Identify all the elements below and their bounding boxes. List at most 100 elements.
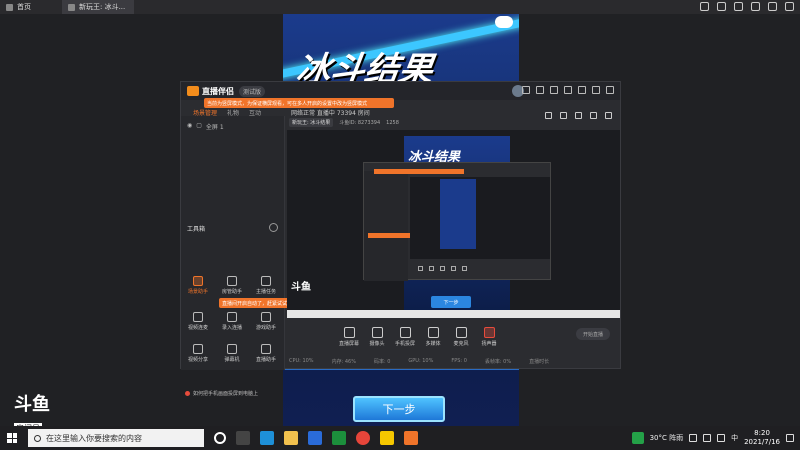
grid-icon[interactable] xyxy=(545,112,552,119)
scene-row[interactable]: ◉ ▢ 全屏 1 xyxy=(187,122,224,131)
settings-icon[interactable] xyxy=(734,2,743,11)
skin-icon[interactable] xyxy=(536,86,544,94)
source-toolbar: 直播屏幕 摄像头 手机投屏 多媒体 麦克风 扬声器 开始直播 xyxy=(287,324,620,354)
mini-icon xyxy=(418,265,423,271)
left-panel: ◉ ▢ 全屏 1 工具箱 场景助手 房管助手 主播任务 直播间开启自动了，赶紧试… xyxy=(181,116,319,397)
search-icon xyxy=(34,434,41,442)
source-label: 摄像头 xyxy=(369,341,385,347)
window-controls xyxy=(700,2,794,11)
tool-item[interactable]: 场景助手 xyxy=(185,276,211,295)
speaker-icon xyxy=(483,327,495,338)
minimize-icon[interactable] xyxy=(578,86,586,94)
add-tool-icon[interactable] xyxy=(269,223,278,232)
lock-icon[interactable]: ▢ xyxy=(196,122,202,131)
tool-icon xyxy=(227,276,237,286)
source-mic-button[interactable]: 麦克风 xyxy=(447,324,475,347)
bell-icon[interactable] xyxy=(590,112,597,119)
stat-fps: FPS: 0 xyxy=(451,358,467,364)
notification-icon[interactable] xyxy=(786,434,794,442)
tool-item[interactable]: 主播任务 xyxy=(253,276,279,295)
room-title[interactable]: 新玩王: 冰斗结果 xyxy=(289,118,334,127)
settings-icon[interactable] xyxy=(550,86,558,94)
stat-duration: 直播时长 xyxy=(529,359,550,365)
tool-item[interactable]: 弹幕机 xyxy=(219,344,245,363)
tab-home[interactable]: 首页 xyxy=(0,0,60,14)
volume-icon[interactable] xyxy=(717,434,726,442)
source-label: 麦克风 xyxy=(453,341,469,347)
tool-icon xyxy=(227,344,237,354)
wechat-icon[interactable] xyxy=(631,432,644,444)
watermark-logo: 斗鱼 xyxy=(14,394,50,415)
help-link[interactable]: 如何把手机画面投屏到电脑上 xyxy=(185,390,258,397)
close-icon[interactable] xyxy=(606,86,614,94)
close-icon[interactable] xyxy=(785,2,794,11)
source-speaker-button[interactable]: 扬声器 xyxy=(475,324,503,347)
maximize-icon[interactable] xyxy=(592,86,600,94)
eye-icon[interactable]: ◉ xyxy=(187,122,192,131)
tray-expand-icon[interactable] xyxy=(689,434,698,442)
tool-icon xyxy=(193,276,203,286)
preview-taskbar xyxy=(287,310,620,318)
share-icon[interactable] xyxy=(605,112,612,119)
chat-bubble-icon[interactable] xyxy=(495,16,513,28)
tool-label: 视频连麦 xyxy=(187,325,208,331)
folder-icon[interactable] xyxy=(284,431,298,445)
task-view-icon[interactable] xyxy=(236,431,250,445)
edge-icon[interactable] xyxy=(260,431,274,445)
recursive-left-panel xyxy=(364,171,408,281)
start-button[interactable] xyxy=(0,426,24,450)
tool-label: 弹幕机 xyxy=(224,357,240,363)
douyu-app-icon[interactable] xyxy=(404,431,418,445)
stat-bitrate: 码率: 0 xyxy=(373,359,391,365)
source-camera-button[interactable]: 摄像头 xyxy=(363,324,391,347)
tool-item[interactable]: 录入连播 xyxy=(219,312,245,331)
source-screen-button[interactable]: 直播屏幕 xyxy=(335,324,363,347)
app-window-controls xyxy=(522,86,614,94)
store-icon[interactable] xyxy=(308,431,322,445)
menu-icon[interactable] xyxy=(564,86,572,94)
search-placeholder: 在这里输入你要搜索的内容 xyxy=(46,433,142,443)
microphone-icon xyxy=(455,327,467,338)
next-button[interactable]: 下一步 xyxy=(353,396,445,422)
taskbar-apps xyxy=(214,431,418,445)
message-icon[interactable] xyxy=(522,86,530,94)
chat-icon[interactable] xyxy=(717,2,726,11)
source-phone-button[interactable]: 手机投屏 xyxy=(391,324,419,347)
mini-icon xyxy=(462,265,467,271)
network-icon[interactable] xyxy=(703,434,712,442)
notice-banner[interactable]: 当前为竖屏模式，为保证横屏观看，可在多人开启的设置中改为竖屏模式 xyxy=(204,98,394,108)
clock[interactable]: 8:20 2021/7/16 xyxy=(744,429,780,447)
tab-stream[interactable]: 新玩王: 冰斗... xyxy=(62,0,134,14)
stream-preview: 冰斗结果 下一步 斗鱼 xyxy=(287,130,620,318)
app-logo-icon xyxy=(187,86,199,96)
app-logo: 直播伴侣 xyxy=(187,86,234,97)
chrome-icon[interactable] xyxy=(356,431,370,445)
tool-item[interactable]: 房管助手 xyxy=(219,276,245,295)
tool-item[interactable]: 游戏助手 xyxy=(253,312,279,331)
source-media-button[interactable]: 多媒体 xyxy=(419,324,447,347)
weather[interactable]: 30°C 阵雨 xyxy=(650,433,684,443)
performance-stats: CPU: 10% 内存: 46% 码率: 0 GPU: 10% FPS: 0 丢… xyxy=(289,358,549,365)
room-id: 斗鱼ID: 8273394 xyxy=(339,120,381,126)
minimize-icon[interactable] xyxy=(751,2,760,11)
follower-count: 1258 xyxy=(386,119,399,126)
cortana-icon[interactable] xyxy=(214,432,226,444)
tool-label: 录入连播 xyxy=(221,325,242,331)
start-stream-button[interactable]: 开始直播 xyxy=(576,328,610,340)
tool-label: 房管助手 xyxy=(221,289,242,295)
app-icon[interactable] xyxy=(332,431,346,445)
tool-item[interactable]: 视频连麦 xyxy=(185,312,211,331)
tool-icon xyxy=(227,312,237,322)
tool-label: 场景助手 xyxy=(187,289,208,295)
stream-icon xyxy=(68,3,75,11)
clock-time: 8:20 xyxy=(754,429,770,437)
layout-icon[interactable] xyxy=(575,112,582,119)
tool-item[interactable]: 视频分享 xyxy=(185,344,211,363)
tool-item[interactable]: 直播助手 xyxy=(253,344,279,363)
record-icon[interactable] xyxy=(560,112,567,119)
maximize-icon[interactable] xyxy=(768,2,777,11)
taskbar-search[interactable]: 在这里输入你要搜索的内容 xyxy=(28,429,204,447)
gamepad-icon[interactable] xyxy=(700,2,709,11)
ime-indicator[interactable]: 中 xyxy=(731,433,738,443)
stream-app-icon[interactable] xyxy=(380,431,394,445)
